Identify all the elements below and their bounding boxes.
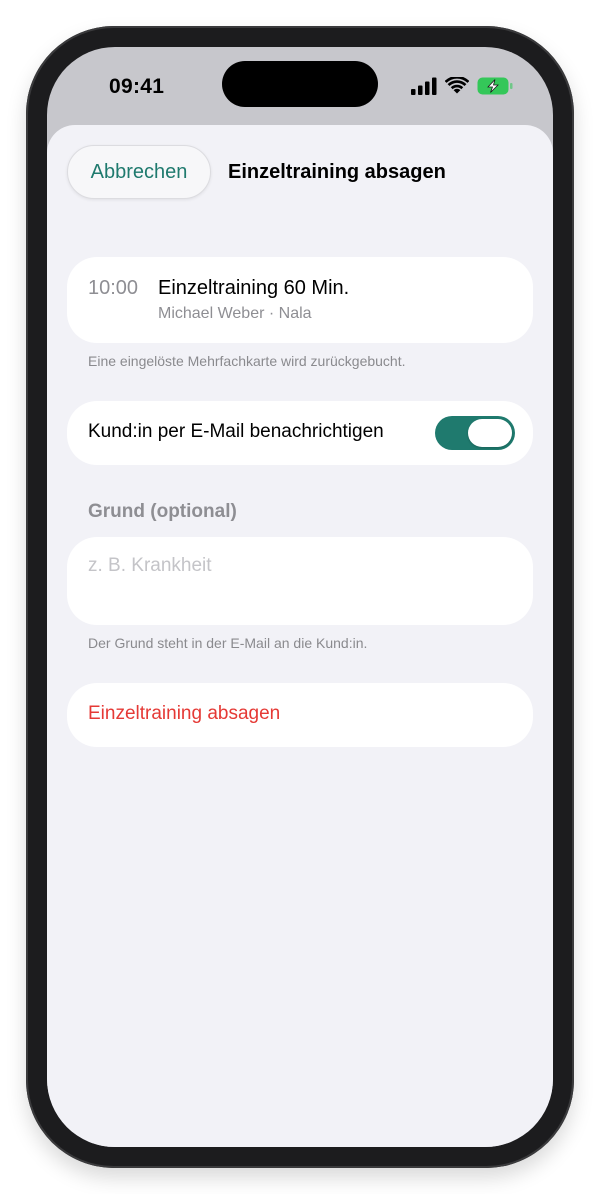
appointment-card: 10:00 Einzeltraining 60 Min. Michael Web… xyxy=(67,257,533,343)
battery-charging-icon xyxy=(477,77,513,100)
screen: 09:41 Abbrechen Einzeltraining absagen 1… xyxy=(47,47,553,1147)
refund-footnote: Eine eingelöste Mehrfachkarte wird zurüc… xyxy=(88,353,406,369)
reason-section-header: Grund (optional) xyxy=(88,501,237,522)
notify-email-row: Kund:in per E-Mail benachrichtigen xyxy=(67,401,533,465)
dynamic-island xyxy=(222,61,378,107)
reason-input[interactable] xyxy=(88,555,508,577)
cancel-button[interactable]: Abbrechen xyxy=(67,145,211,199)
reason-card xyxy=(67,537,533,625)
sheet-title: Einzeltraining absagen xyxy=(228,161,446,183)
appointment-participants: Michael Weber · Nala xyxy=(158,305,312,322)
wifi-icon xyxy=(444,75,470,100)
appointment-time: 10:00 xyxy=(88,277,139,299)
notify-email-label: Kund:in per E-Mail benachrichtigen xyxy=(88,421,384,442)
toggle-knob xyxy=(468,419,512,447)
status-icons xyxy=(411,75,513,100)
confirm-cancel-label: Einzeltraining absagen xyxy=(88,703,281,724)
status-time: 09:41 xyxy=(109,75,165,98)
cellular-signal-icon xyxy=(411,77,437,100)
cancel-session-sheet: Abbrechen Einzeltraining absagen 10:00 E… xyxy=(47,125,553,1147)
notify-email-toggle[interactable] xyxy=(435,416,515,450)
reason-footnote: Der Grund steht in der E-Mail an die Kun… xyxy=(88,635,368,651)
appointment-title: Einzeltraining 60 Min. xyxy=(158,277,350,299)
confirm-cancel-button[interactable]: Einzeltraining absagen xyxy=(67,683,533,747)
